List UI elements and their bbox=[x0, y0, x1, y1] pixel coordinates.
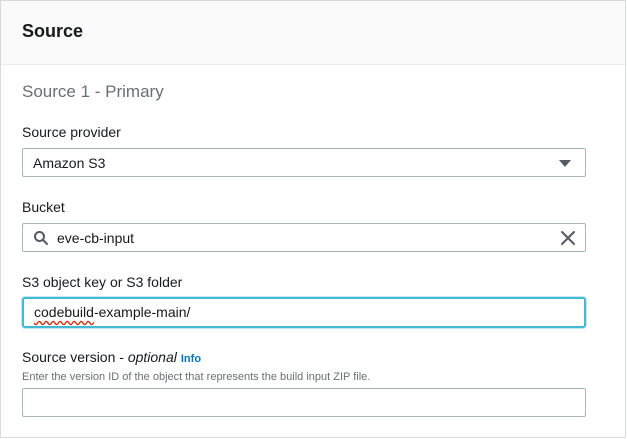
close-icon[interactable] bbox=[560, 230, 576, 246]
source-version-input[interactable] bbox=[22, 388, 586, 417]
misspelled-word: codebuild bbox=[34, 304, 94, 320]
object-key-label: S3 object key or S3 folder bbox=[22, 274, 183, 290]
chevron-down-icon bbox=[559, 160, 571, 167]
bucket-value: eve-cb-input bbox=[57, 230, 135, 246]
section-title: Source 1 - Primary bbox=[22, 82, 164, 101]
search-icon bbox=[34, 231, 48, 245]
bucket-search-input[interactable]: eve-cb-input bbox=[22, 223, 586, 252]
optional-label: optional bbox=[127, 349, 177, 365]
source-provider-label: Source provider bbox=[22, 124, 121, 140]
object-key-rest: -example-main/ bbox=[93, 304, 191, 320]
source-version-label-text: Source version - bbox=[22, 349, 128, 365]
panel-title: Source bbox=[22, 21, 84, 41]
object-key-input[interactable]: codebuild-example-main/ bbox=[22, 297, 586, 328]
source-panel: Source Source 1 - Primary Source provide… bbox=[0, 0, 626, 438]
bucket-label: Bucket bbox=[22, 199, 65, 215]
source-version-hint: Enter the version ID of the object that … bbox=[22, 371, 371, 383]
object-key-value: codebuild-example-main/ bbox=[34, 304, 190, 320]
source-version-label: Source version - optional Info bbox=[22, 349, 201, 365]
source-provider-value: Amazon S3 bbox=[33, 155, 106, 171]
info-link[interactable]: Info bbox=[181, 353, 201, 365]
source-provider-select[interactable]: Amazon S3 bbox=[22, 148, 586, 177]
panel-header: Source bbox=[1, 1, 625, 65]
